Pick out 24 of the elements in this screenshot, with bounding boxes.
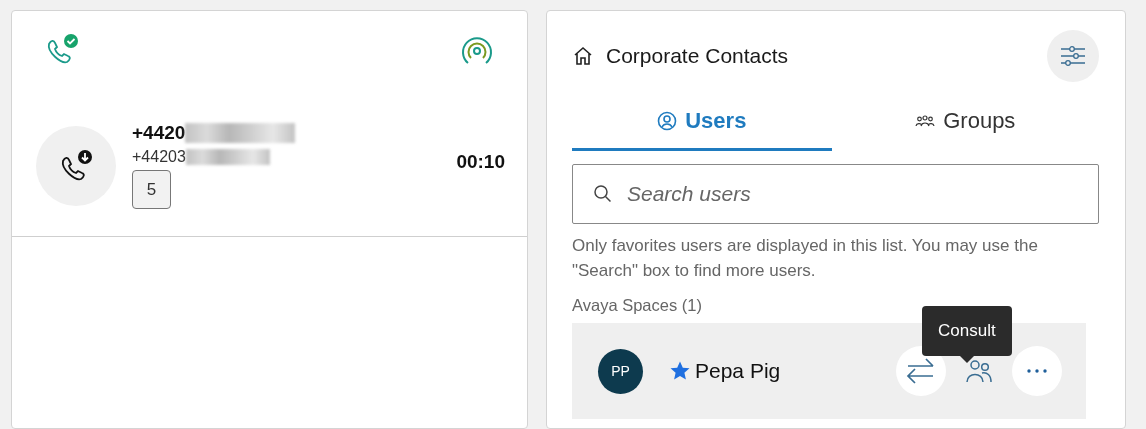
call-duration: 00:10 <box>456 150 505 173</box>
count-badge: 5 <box>132 170 171 209</box>
search-icon <box>593 184 613 204</box>
caller-number: +4420 <box>132 122 186 144</box>
caller-number-secondary: +44203 <box>132 148 186 166</box>
panel-title: Corporate Contacts <box>606 44 789 68</box>
transfer-icon <box>906 357 936 385</box>
user-icon <box>657 110 678 131</box>
more-icon <box>1027 369 1047 373</box>
avatar-initials: PP <box>598 348 643 394</box>
filter-button[interactable] <box>1047 30 1099 82</box>
sliders-icon <box>1060 44 1086 68</box>
search-field[interactable]: Search users <box>572 164 1099 224</box>
star-icon[interactable] <box>669 360 691 382</box>
tab[interactable]: Users <box>572 99 832 151</box>
info-text: Only favorites users are displayed in this list. You may use the "Search" box to find more users. <box>572 235 1039 282</box>
group-icon <box>915 112 936 129</box>
contact-name: Pepa Pig <box>695 359 781 383</box>
section-label: Avaya Spaces (1) <box>572 296 703 315</box>
home-icon <box>572 45 594 67</box>
people-icon <box>965 358 993 384</box>
tooltip: Consult <box>922 306 1012 363</box>
transfer-button[interactable] <box>896 346 946 396</box>
tab[interactable]: Groups <box>831 99 1099 151</box>
